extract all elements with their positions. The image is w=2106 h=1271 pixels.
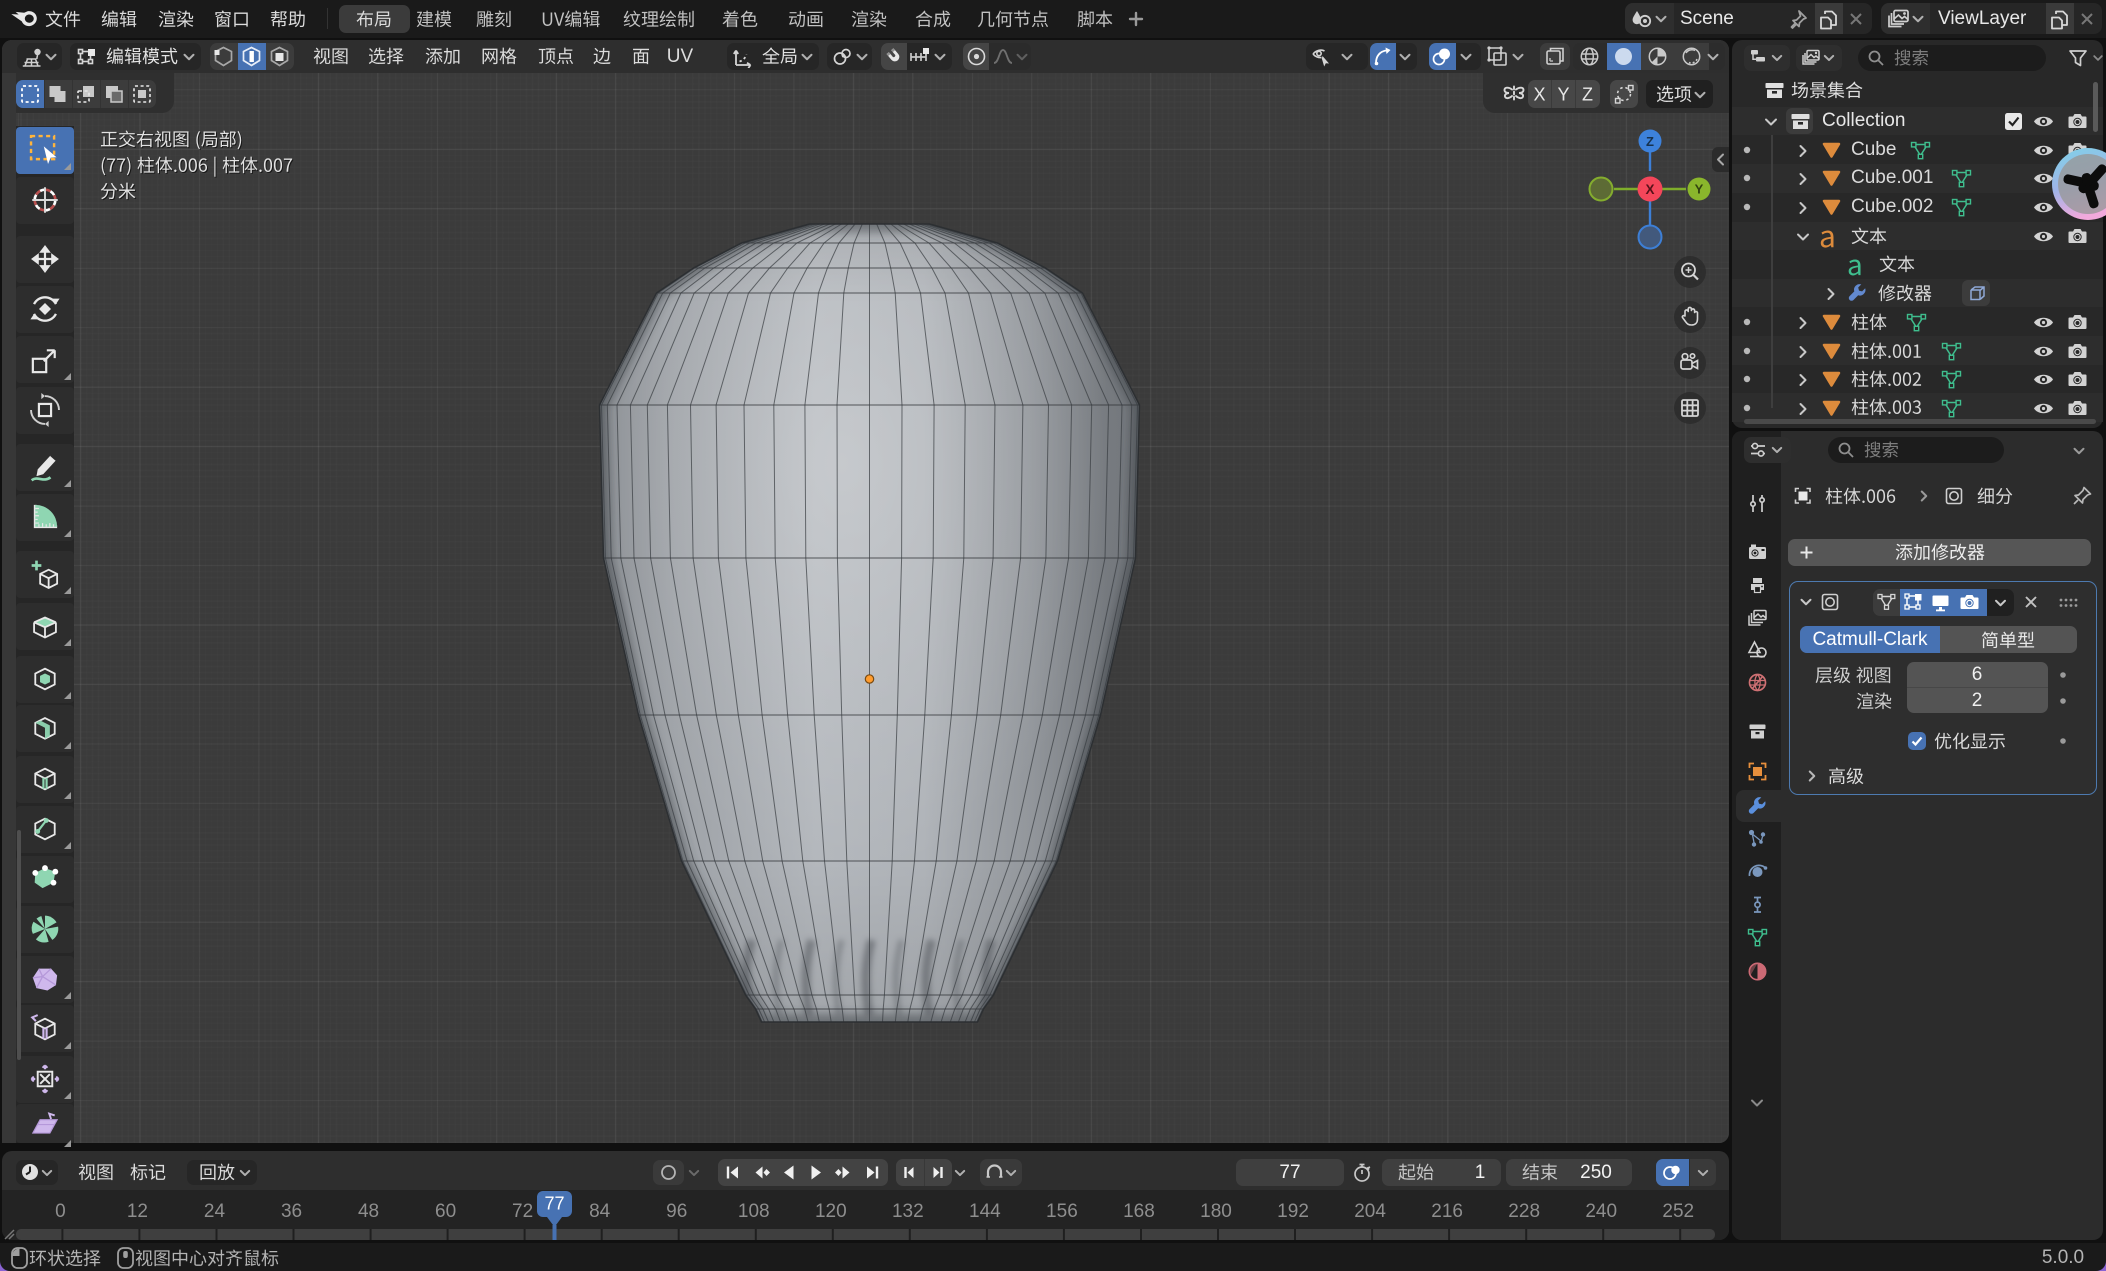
svg-text:X: X: [1645, 182, 1654, 197]
svg-text:Y: Y: [1695, 182, 1704, 197]
svg-text:Z: Z: [1646, 134, 1654, 149]
